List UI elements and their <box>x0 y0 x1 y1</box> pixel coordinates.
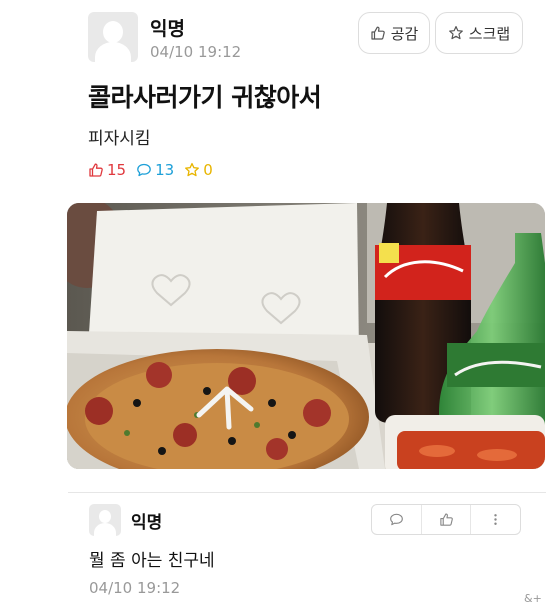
star-icon <box>185 162 200 177</box>
like-count: 15 <box>88 161 126 179</box>
like-button-label: 공감 <box>390 24 419 43</box>
thumb-up-icon <box>89 163 103 177</box>
post-stats: 15 13 0 <box>88 160 223 180</box>
comment-divider <box>68 492 546 493</box>
comment-actions <box>371 504 521 535</box>
speech-bubble-icon <box>137 163 151 177</box>
more-vertical-icon <box>494 514 497 525</box>
speech-bubble-icon <box>389 513 403 526</box>
reply-button[interactable] <box>372 505 422 534</box>
pizza-and-cola-photo <box>67 203 545 469</box>
comment-count: 13 <box>136 161 174 179</box>
scrap-button-label: 스크랩 <box>468 24 511 43</box>
like-count-value: 15 <box>107 161 127 179</box>
watermark: &+ <box>524 592 542 605</box>
scrap-count: 0 <box>184 161 213 179</box>
comment-like-button[interactable] <box>422 505 472 534</box>
comment-avatar <box>89 504 121 536</box>
post-header: 익명 04/10 19:12 공감 스크랩 <box>88 12 528 64</box>
thumb-up-icon <box>371 26 385 40</box>
post-title: 콜라사러가기 귀찮아서 <box>88 83 322 112</box>
comment-more-button[interactable] <box>471 505 520 534</box>
post-body: 피자시킴 <box>88 129 151 149</box>
like-button[interactable]: 공감 <box>358 12 430 54</box>
post-date: 04/10 19:12 <box>150 43 242 61</box>
comment-author: 익명 <box>131 513 163 533</box>
comment-date: 04/10 19:12 <box>89 579 181 597</box>
star-icon <box>448 26 463 40</box>
comment-count-value: 13 <box>155 161 175 179</box>
author-avatar <box>88 12 138 62</box>
scrap-count-value: 0 <box>203 161 213 179</box>
comment-text: 뭘 좀 아는 친구네 <box>89 551 215 571</box>
post-author: 익명 <box>150 18 185 40</box>
scrap-button[interactable]: 스크랩 <box>435 12 523 54</box>
thumb-up-icon <box>439 513 453 526</box>
post-photo[interactable] <box>67 203 545 469</box>
